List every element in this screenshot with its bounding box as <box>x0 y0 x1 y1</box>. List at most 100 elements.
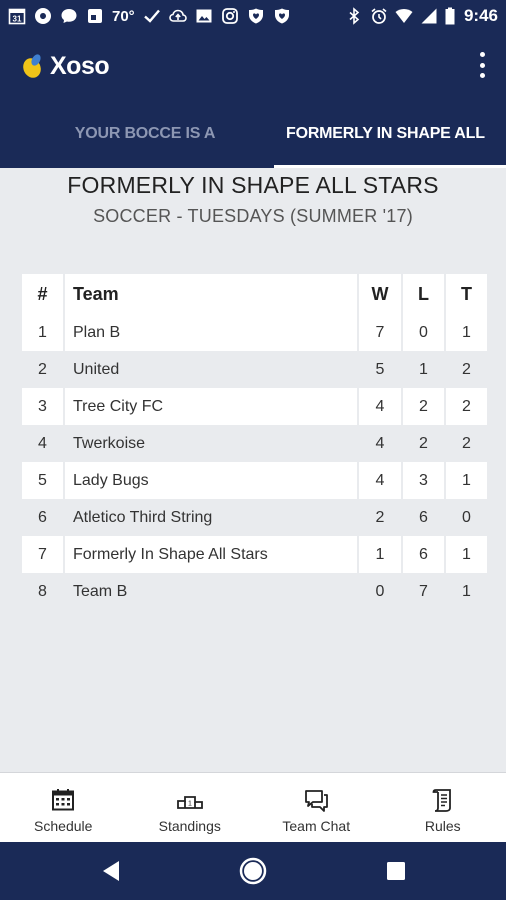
calendar-day-text: 31 <box>13 15 22 24</box>
cell-signal-icon <box>420 7 438 25</box>
team-cell: United <box>63 351 357 388</box>
bluetooth-icon <box>345 7 363 25</box>
wins-cell: 4 <box>357 462 401 499</box>
notes-app-icon <box>86 7 104 25</box>
team-cell: Atletico Third String <box>63 499 357 536</box>
back-icon[interactable] <box>96 856 126 886</box>
rank-cell: 8 <box>38 582 47 600</box>
wifi-icon <box>395 7 413 25</box>
calendar-icon <box>49 786 77 814</box>
nav-label: Schedule <box>34 817 93 834</box>
losses-cell: 2 <box>401 425 444 462</box>
app-logo: Xoso <box>22 52 110 81</box>
svg-text:1: 1 <box>188 800 192 807</box>
header-wins: W <box>357 274 401 314</box>
table-row[interactable]: 2 United 5 1 2 <box>22 351 487 388</box>
tab-label: FORMERLY IN SHAPE ALL <box>286 125 485 142</box>
standings-table: # Team W L T 1 Plan B 7 0 1 2 United 5 1… <box>22 274 487 610</box>
wins-cell: 1 <box>357 536 401 573</box>
system-navigation-bar <box>0 842 506 900</box>
temperature-text: 70° <box>112 7 135 25</box>
nav-label: Team Chat <box>282 817 351 834</box>
shield-app-icon <box>247 7 265 25</box>
wins-cell: 5 <box>357 351 401 388</box>
table-row[interactable]: 6 Atletico Third String 2 6 0 <box>22 499 487 536</box>
table-row[interactable]: 7 Formerly In Shape All Stars 1 6 1 <box>22 536 487 573</box>
wins-cell: 4 <box>357 388 401 425</box>
header-ties: T <box>444 274 487 314</box>
chat-icon <box>302 786 330 814</box>
team-cell: Team B <box>63 573 357 610</box>
team-cell: Lady Bugs <box>63 462 357 499</box>
ties-cell: 0 <box>444 499 487 536</box>
ties-cell: 1 <box>444 536 487 573</box>
losses-cell: 6 <box>401 499 444 536</box>
wins-cell: 2 <box>357 499 401 536</box>
nav-standings[interactable]: 1 Standings <box>127 773 254 842</box>
rank-cell: 1 <box>22 314 63 351</box>
ties-cell: 1 <box>444 573 487 610</box>
ties-cell: 1 <box>444 462 487 499</box>
losses-cell: 7 <box>401 573 444 610</box>
header-rank: # <box>22 274 63 314</box>
calendar-notification-icon: 31 <box>8 7 26 25</box>
team-tabs: YOUR BOCCE IS A FORMERLY IN SHAPE ALL <box>0 100 506 168</box>
wins-cell: 0 <box>357 573 401 610</box>
pinwheel-icon <box>34 7 52 25</box>
page-title: FORMERLY IN SHAPE ALL STARS <box>67 172 439 198</box>
header-team: Team <box>63 274 357 314</box>
wins-cell: 4 <box>357 425 401 462</box>
nav-label: Rules <box>424 817 461 834</box>
rank-cell: 6 <box>38 508 47 526</box>
podium-icon: 1 <box>176 786 204 814</box>
shield-app-icon-2 <box>273 7 291 25</box>
table-row[interactable]: 5 Lady Bugs 4 3 1 <box>22 462 487 499</box>
losses-cell: 6 <box>401 536 444 573</box>
document-icon <box>429 786 457 814</box>
xoso-logo-icon <box>22 53 48 81</box>
message-bubble-icon <box>60 7 78 25</box>
table-row[interactable]: 1 Plan B 7 0 1 <box>22 314 487 351</box>
rank-cell: 7 <box>22 536 63 573</box>
losses-cell: 0 <box>401 314 444 351</box>
wins-cell: 7 <box>357 314 401 351</box>
tab-your-bocce-is-a[interactable]: YOUR BOCCE IS A <box>0 100 270 168</box>
alarm-icon <box>370 7 388 25</box>
image-icon <box>195 7 213 25</box>
ties-cell: 2 <box>444 388 487 425</box>
page-subtitle: SOCCER - TUESDAYS (SUMMER '17) <box>93 206 413 226</box>
nav-schedule[interactable]: Schedule <box>0 773 127 842</box>
app-bar: Xoso YOUR BOCCE IS A FORMERLY IN SHAPE A… <box>0 32 506 168</box>
instagram-icon <box>221 7 239 25</box>
team-cell: Plan B <box>63 314 357 351</box>
recents-icon[interactable] <box>381 856 411 886</box>
nav-team-chat[interactable]: Team Chat <box>253 773 380 842</box>
losses-cell: 3 <box>401 462 444 499</box>
table-header-row: # Team W L T <box>22 274 487 314</box>
team-cell: Tree City FC <box>63 388 357 425</box>
table-row[interactable]: 3 Tree City FC 4 2 2 <box>22 388 487 425</box>
nav-rules[interactable]: Rules <box>380 773 506 842</box>
rank-cell: 5 <box>22 462 63 499</box>
nav-label: Standings <box>158 817 221 834</box>
overflow-menu-icon[interactable] <box>476 52 488 78</box>
rank-cell: 3 <box>22 388 63 425</box>
table-row[interactable]: 4 Twerkoise 4 2 2 <box>22 425 487 462</box>
home-icon[interactable] <box>238 856 268 886</box>
status-bar: 31 70° 9:46 <box>0 0 506 32</box>
cloud-upload-icon <box>168 7 187 25</box>
ties-cell: 1 <box>444 314 487 351</box>
battery-icon <box>445 7 455 25</box>
app-name: Xoso <box>50 52 110 80</box>
checkmark-icon <box>143 7 161 25</box>
clock-time: 9:46 <box>463 6 498 25</box>
tab-formerly-in-shape-all[interactable]: FORMERLY IN SHAPE ALL <box>270 100 506 168</box>
team-cell: Formerly In Shape All Stars <box>63 536 357 573</box>
losses-cell: 2 <box>401 388 444 425</box>
team-cell: Twerkoise <box>63 425 357 462</box>
bottom-navigation: Schedule 1 Standings Team Chat Rules <box>0 772 506 842</box>
table-row[interactable]: 8 Team B 0 7 1 <box>22 573 487 610</box>
tab-label: YOUR BOCCE IS A <box>74 125 216 142</box>
rank-cell: 4 <box>38 434 47 452</box>
rank-cell: 2 <box>38 360 47 378</box>
